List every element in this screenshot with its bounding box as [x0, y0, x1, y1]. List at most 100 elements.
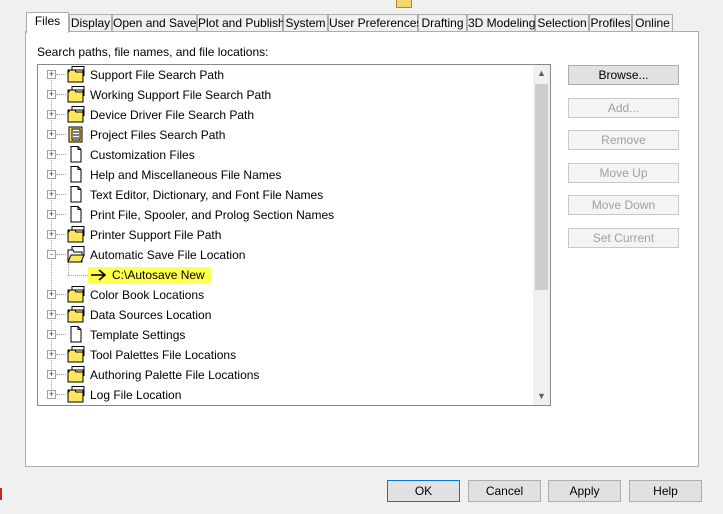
tab-user-preferences[interactable]: User Preferences: [328, 14, 422, 31]
tab-files[interactable]: Files: [26, 12, 69, 33]
document-icon: [70, 186, 82, 203]
tree-scrollbar[interactable]: ▲ ▼: [533, 65, 550, 405]
tab-system[interactable]: System: [283, 14, 328, 31]
ok-button[interactable]: OK: [387, 480, 460, 502]
expand-toggle[interactable]: +: [47, 90, 56, 99]
folder-stack-icon: [67, 346, 85, 363]
tree-connector: [56, 114, 66, 115]
tree-item-label: Template Settings: [90, 328, 186, 342]
expand-toggle[interactable]: +: [47, 210, 56, 219]
move-down-button[interactable]: Move Down: [568, 195, 679, 215]
collapse-toggle[interactable]: -: [47, 250, 56, 259]
expand-toggle[interactable]: +: [47, 190, 56, 199]
tree-item-label: Support File Search Path: [90, 68, 225, 82]
folder-stack-icon: [67, 366, 85, 383]
tab-plot-and-publish[interactable]: Plot and Publish: [197, 14, 285, 31]
document-icon: [70, 206, 82, 223]
cancel-button[interactable]: Cancel: [468, 480, 541, 502]
expand-toggle[interactable]: +: [47, 110, 56, 119]
remove-button[interactable]: Remove: [568, 130, 679, 150]
tree-item-help-and-miscellaneous-file-names[interactable]: + Help and Miscellaneous File Names: [38, 165, 533, 185]
tree-item-label: Customization Files: [90, 148, 195, 162]
expand-toggle[interactable]: +: [47, 330, 56, 339]
tree-item-working-support-file-search-path[interactable]: + Working Support File Search Path: [38, 85, 533, 105]
folder-stack-icon: [67, 226, 85, 243]
tree-item-device-driver-file-search-path[interactable]: + Device Driver File Search Path: [38, 105, 533, 125]
expand-toggle[interactable]: +: [47, 390, 56, 399]
tab-online[interactable]: Online: [632, 14, 673, 31]
add-button[interactable]: Add...: [568, 98, 679, 118]
tree-connector: [56, 354, 66, 355]
tree-connector: [56, 314, 66, 315]
tree-item-authoring-palette-file-locations[interactable]: + Authoring Palette File Locations: [38, 365, 533, 385]
expand-toggle[interactable]: +: [47, 150, 56, 159]
expand-toggle[interactable]: +: [47, 170, 56, 179]
tree-item-color-book-locations[interactable]: + Color Book Locations: [38, 285, 533, 305]
browse-button[interactable]: Browse...: [568, 65, 679, 85]
tree-item-support-file-search-path[interactable]: + Support File Search Path: [38, 65, 533, 85]
tree-item-log-file-location[interactable]: + Log File Location: [38, 385, 533, 405]
expand-toggle[interactable]: +: [47, 310, 56, 319]
tree-connector: [56, 334, 66, 335]
project-files-icon: [68, 126, 83, 143]
apply-button[interactable]: Apply: [548, 480, 621, 502]
file-locations-tree[interactable]: + Support File Search Path + Working Sup…: [37, 64, 551, 406]
move-up-button[interactable]: Move Up: [568, 163, 679, 183]
tab-profiles[interactable]: Profiles: [589, 14, 632, 31]
tab-selection[interactable]: Selection: [535, 14, 589, 31]
scroll-up-icon[interactable]: ▲: [533, 65, 550, 82]
tree-item-customization-files[interactable]: + Customization Files: [38, 145, 533, 165]
folder-stack-icon: [67, 106, 85, 123]
tab-open-and-save[interactable]: Open and Save: [112, 14, 197, 31]
tree-item-print-file-spooler-prolog-section-names[interactable]: + Print File, Spooler, and Prolog Sectio…: [38, 205, 533, 225]
tree-connector: [56, 194, 66, 195]
tree-item-data-sources-location[interactable]: + Data Sources Location: [38, 305, 533, 325]
expand-toggle[interactable]: +: [47, 350, 56, 359]
search-paths-label: Search paths, file names, and file locat…: [37, 45, 269, 59]
scroll-down-icon[interactable]: ▼: [533, 388, 550, 405]
document-icon: [70, 146, 82, 163]
tree-connector: [56, 154, 66, 155]
tree-item-tool-palettes-file-locations[interactable]: + Tool Palettes File Locations: [38, 345, 533, 365]
tree-item-label: Help and Miscellaneous File Names: [90, 168, 282, 182]
tree-connector: [56, 394, 66, 395]
expand-toggle[interactable]: +: [47, 230, 56, 239]
folder-stack-icon: [67, 286, 85, 303]
tree-item-autosave-path[interactable]: C:\Autosave New: [38, 265, 533, 285]
tree-item-label: Text Editor, Dictionary, and Font File N…: [90, 188, 324, 202]
scroll-thumb[interactable]: [535, 84, 548, 290]
tree-item-printer-support-file-path[interactable]: + Printer Support File Path: [38, 225, 533, 245]
files-tab-panel: Search paths, file names, and file locat…: [25, 31, 699, 467]
tree-item-automatic-save-file-location[interactable]: - Automatic Save File Location: [38, 245, 533, 265]
tree-connector: [56, 254, 66, 255]
tree-connector: [68, 275, 90, 276]
tree-item-label: Print File, Spooler, and Prolog Section …: [90, 208, 335, 222]
expand-toggle[interactable]: +: [47, 370, 56, 379]
tab-drafting[interactable]: Drafting: [418, 14, 467, 31]
window-edge-mark: [0, 488, 2, 500]
arrow-right-icon: [91, 269, 107, 281]
tree-item-label: Tool Palettes File Locations: [90, 348, 237, 362]
tree-item-label: Authoring Palette File Locations: [90, 368, 260, 382]
tree-item-label: Working Support File Search Path: [90, 88, 272, 102]
set-current-button[interactable]: Set Current: [568, 228, 679, 248]
tree-item-label: Log File Location: [90, 388, 182, 402]
tab-3d-modeling[interactable]: 3D Modeling: [467, 14, 535, 31]
document-icon: [70, 326, 82, 343]
tree-connector: [56, 134, 66, 135]
tree-item-text-editor-dictionary-font-file-names[interactable]: + Text Editor, Dictionary, and Font File…: [38, 185, 533, 205]
tree-item-project-files-search-path[interactable]: + Project Files Search Path: [38, 125, 533, 145]
tree-item-label: Data Sources Location: [90, 308, 212, 322]
tree-item-template-settings[interactable]: + Template Settings: [38, 325, 533, 345]
tree-connector: [56, 214, 66, 215]
help-button[interactable]: Help: [629, 480, 702, 502]
expand-toggle[interactable]: +: [47, 290, 56, 299]
folder-open-icon: [67, 246, 85, 263]
expand-toggle[interactable]: +: [47, 70, 56, 79]
folder-stack-icon: [67, 66, 85, 83]
expand-toggle[interactable]: +: [47, 130, 56, 139]
tab-display[interactable]: Display: [69, 14, 112, 31]
autosave-path-label: C:\Autosave New: [108, 267, 211, 283]
document-icon: [70, 166, 82, 183]
folder-stack-icon: [67, 306, 85, 323]
